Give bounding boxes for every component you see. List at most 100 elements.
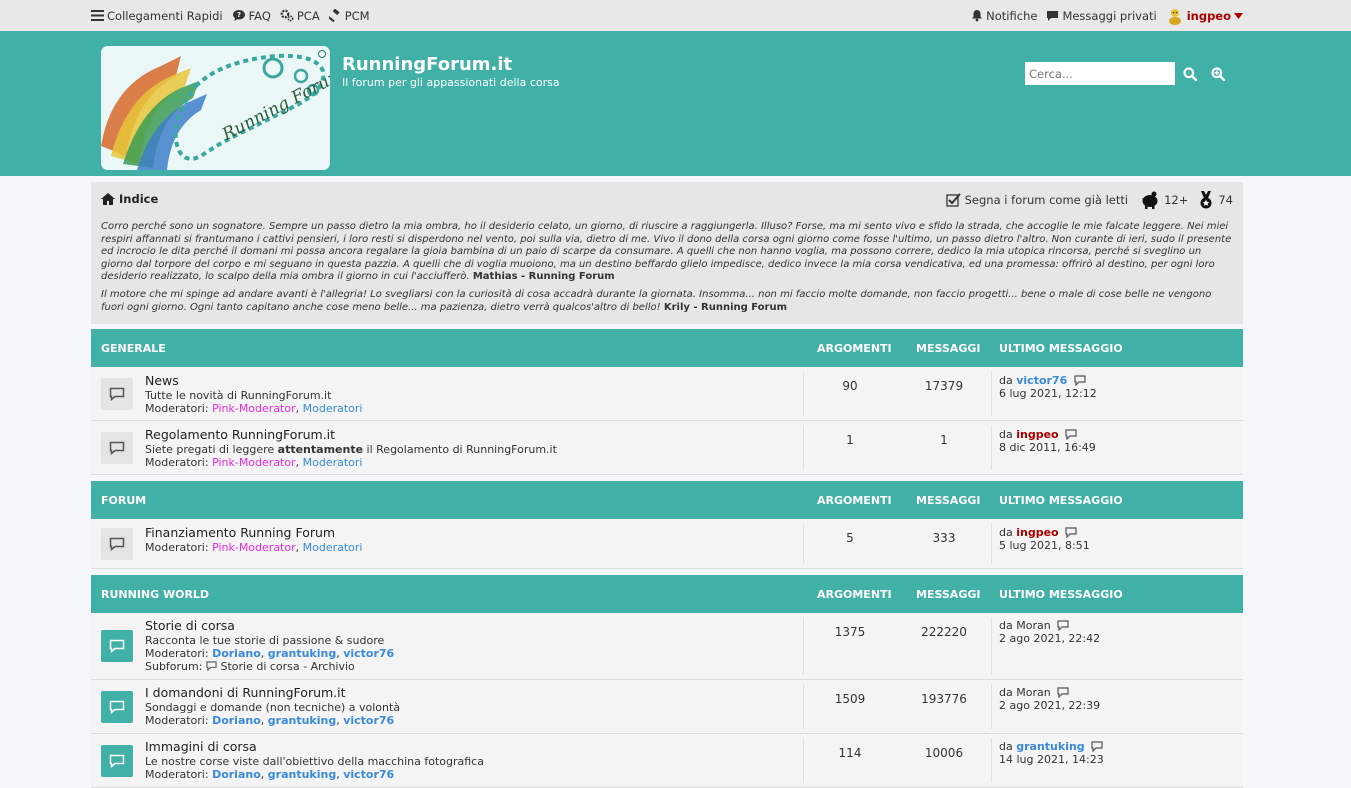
moderator-link[interactable]: Doriano <box>212 714 261 727</box>
category-title[interactable]: GENERALE <box>101 342 166 355</box>
forum-row-regolamento: Regolamento RunningForum.it Siete pregat… <box>91 421 1243 475</box>
quote-krily-signature: Krily - Running Forum <box>663 301 788 313</box>
moderator-link[interactable]: victor76 <box>343 768 394 781</box>
breadcrumb-index: Indice <box>119 192 159 206</box>
avatar <box>1168 8 1181 25</box>
forum-title-link[interactable]: I domandoni di RunningForum.it <box>145 685 346 700</box>
moderator-link[interactable]: Pink-Moderator <box>212 541 296 554</box>
posts-count: 17379 <box>924 379 964 393</box>
forum-description: Tutte le novità di RunningForum.it <box>145 389 332 402</box>
message-icon <box>1047 10 1059 21</box>
moderator-link[interactable]: Pink-Moderator <box>212 402 296 415</box>
forum-moderators: Moderatori: Pink-Moderator, Moderatori <box>145 541 363 554</box>
column-last-post: ULTIMO MESSAGGIO <box>999 494 1123 507</box>
forum-title-link[interactable]: News <box>145 373 179 388</box>
forum-read-icon <box>101 432 133 464</box>
quote-mathias: Corro perché sono un sognatore. Sempre u… <box>101 221 1235 284</box>
posts-count: 222220 <box>921 625 967 639</box>
search-input[interactable] <box>1025 62 1175 85</box>
category-title[interactable]: RUNNING WORLD <box>101 588 209 601</box>
user-menu[interactable]: ingpeo <box>1166 7 1243 25</box>
quote-mathias-text: Corro perché sono un sognatore. Sempre u… <box>101 221 1232 283</box>
medal-indicator[interactable]: 74 <box>1198 191 1233 209</box>
site-title[interactable]: RunningForum.it <box>342 54 512 75</box>
moderator-link[interactable]: Doriano <box>212 647 261 660</box>
search-button[interactable] <box>1180 64 1200 84</box>
badge-indicator[interactable]: 12+ <box>1140 191 1188 209</box>
moderator-link[interactable]: Doriano <box>212 768 261 781</box>
faq-label: FAQ <box>248 8 271 23</box>
last-post-author[interactable]: Moran <box>1016 619 1050 632</box>
moderator-group-link[interactable]: Moderatori <box>303 456 363 469</box>
moderator-link[interactable]: grantuking <box>268 768 336 781</box>
moderator-link[interactable]: victor76 <box>343 714 394 727</box>
forum-row-domandoni: I domandoni di RunningForum.it Sondaggi … <box>91 680 1243 734</box>
last-post-author[interactable]: grantuking <box>1016 740 1084 753</box>
forum-row-storie-di-corsa: Storie di corsa Racconta le tue storie d… <box>91 613 1243 680</box>
chat-bubble-icon <box>109 537 125 551</box>
go-to-post-icon[interactable] <box>1074 375 1086 386</box>
last-post-author[interactable]: ingpeo <box>1016 526 1058 539</box>
forum-title-link[interactable]: Regolamento RunningForum.it <box>145 427 335 442</box>
last-post-date: 6 lug 2021, 12:12 <box>999 387 1097 400</box>
badge-count: 12+ <box>1164 193 1189 207</box>
intro-actions: Segna i forum come già letti 12+ 74 <box>945 191 1233 209</box>
advanced-search-button[interactable] <box>1208 64 1228 84</box>
moderators-label: Moderatori: <box>145 456 209 469</box>
moderators-label: Moderatori: <box>145 647 209 660</box>
last-post: da Moran 2 ago 2021, 22:39 <box>999 686 1100 712</box>
forum-title-link[interactable]: Finanziamento Running Forum <box>145 525 335 540</box>
subforum-link[interactable]: Storie di corsa - Archivio <box>220 660 354 673</box>
topics-count: 1375 <box>834 625 866 639</box>
moderator-group-link[interactable]: Moderatori <box>303 541 363 554</box>
go-to-post-icon[interactable] <box>1065 527 1077 538</box>
notifications-link[interactable]: Notifiche <box>971 9 1037 23</box>
hamburger-icon <box>91 10 104 21</box>
go-to-post-icon[interactable] <box>1057 620 1069 631</box>
moderator-link[interactable]: Pink-Moderator <box>212 456 296 469</box>
chat-bubble-icon <box>109 639 125 653</box>
forum-title-link[interactable]: Immagini di corsa <box>145 739 257 754</box>
forum-title-link[interactable]: Storie di corsa <box>145 618 235 633</box>
pcm-link[interactable]: PCM <box>328 9 370 23</box>
gears-icon <box>280 9 294 22</box>
posts-count: 333 <box>932 531 956 545</box>
mark-forums-read-link[interactable]: Segna i forum come già letti <box>945 193 1128 207</box>
site-logo[interactable]: Running Forum <box>101 46 330 170</box>
go-to-post-icon[interactable] <box>1091 741 1103 752</box>
breadcrumb[interactable]: Indice <box>101 192 158 206</box>
forum-description: Siete pregati di leggere attentamente il… <box>145 443 557 456</box>
forum-description: Sondaggi e domande (non tecniche) a volo… <box>145 701 401 714</box>
pca-link[interactable]: PCA <box>280 9 320 23</box>
forum-row-news: News Tutte le novità di RunningForum.it … <box>91 367 1243 421</box>
category-header: GENERALE ARGOMENTI MESSAGGI ULTIMO MESSA… <box>91 329 1243 367</box>
forum-row-immagini-di-corsa: Immagini di corsa Le nostre corse viste … <box>91 734 1243 788</box>
moderator-group-link[interactable]: Moderatori <box>303 402 363 415</box>
last-post-date: 5 lug 2021, 8:51 <box>999 539 1090 552</box>
subforum-list: Subforum: Storie di corsa - Archivio <box>145 660 355 673</box>
medal-icon <box>1200 191 1212 209</box>
category-generale: GENERALE ARGOMENTI MESSAGGI ULTIMO MESSA… <box>91 329 1243 475</box>
last-post-author[interactable]: Moran <box>1016 686 1050 699</box>
moderator-link[interactable]: grantuking <box>268 714 336 727</box>
last-post: da ingpeo 8 dic 2011, 16:49 <box>999 428 1096 454</box>
column-topics: ARGOMENTI <box>817 588 892 601</box>
last-post-date: 14 lug 2021, 14:23 <box>999 753 1104 766</box>
go-to-post-icon[interactable] <box>1065 429 1077 440</box>
quick-links-label: Collegamenti Rapidi <box>107 8 223 23</box>
chat-bubble-icon <box>109 700 125 714</box>
advanced-search-icon <box>1211 67 1225 81</box>
faq-link[interactable]: ? FAQ <box>232 9 271 23</box>
last-post-author[interactable]: victor76 <box>1016 374 1067 387</box>
quick-links-menu[interactable]: Collegamenti Rapidi <box>91 9 223 23</box>
column-last-post: ULTIMO MESSAGGIO <box>999 342 1123 355</box>
last-post-author[interactable]: ingpeo <box>1016 428 1058 441</box>
go-to-post-icon[interactable] <box>1057 687 1069 698</box>
moderator-link[interactable]: grantuking <box>268 647 336 660</box>
by-label: da <box>999 526 1013 539</box>
running-forum-logo: Running Forum <box>101 46 330 170</box>
moderator-link[interactable]: victor76 <box>343 647 394 660</box>
last-post-date: 8 dic 2011, 16:49 <box>999 441 1096 454</box>
private-messages-link[interactable]: Messaggi privati <box>1046 9 1157 23</box>
category-title[interactable]: FORUM <box>101 494 146 507</box>
